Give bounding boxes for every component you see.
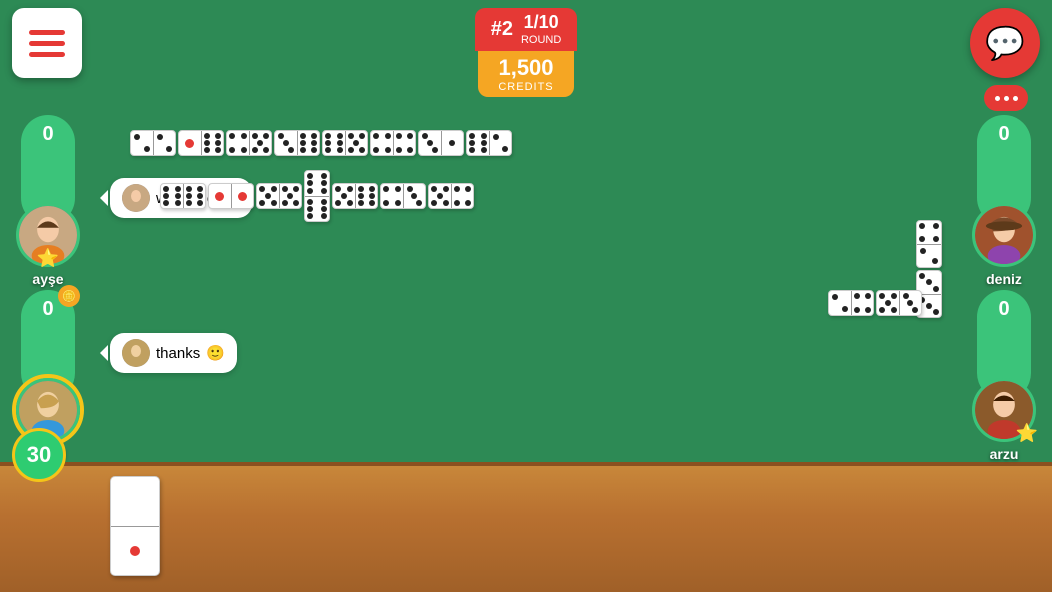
- player-name-arzu: arzu: [990, 446, 1019, 462]
- round-number: #2: [491, 18, 513, 41]
- wooden-tray: [0, 462, 1052, 592]
- round-top: #2 1/10 ROUND: [475, 8, 578, 51]
- bubble-avatar-welcome: [122, 184, 150, 212]
- domino-tile: [274, 130, 320, 156]
- domino-tile: [466, 130, 512, 156]
- credits-box: 1,500 CREDITS: [478, 51, 573, 97]
- domino-tile: [130, 130, 176, 156]
- domino-tile: [876, 290, 922, 316]
- player-name-ayse: ayşe: [32, 271, 63, 287]
- chat-bubble-thanks: thanks 🙂: [110, 333, 237, 373]
- round-fraction: 1/10 ROUND: [521, 12, 561, 47]
- round-info: #2 1/10 ROUND 1,500 CREDITS: [475, 8, 578, 97]
- top-bar: #2 1/10 ROUND 1,500 CREDITS 💬: [0, 0, 1052, 100]
- avatar-deniz: [972, 203, 1036, 267]
- timer-score: 30: [12, 428, 66, 482]
- player-name-deniz: deniz: [986, 271, 1022, 287]
- domino-tile: [332, 183, 378, 209]
- score-arzu: 0: [998, 298, 1009, 321]
- hand-tile[interactable]: [110, 476, 160, 576]
- timer-value: 30: [27, 442, 51, 468]
- domino-tile-v: [916, 220, 942, 268]
- domino-tile: [380, 183, 426, 209]
- thanks-emoji: 🙂: [206, 344, 225, 362]
- star-arzu: ⭐: [1016, 423, 1038, 444]
- domino-tile: [226, 130, 272, 156]
- score-deniz: 0: [998, 123, 1009, 146]
- credits-label: CREDITS: [498, 81, 553, 93]
- player-ayse: 0 ⭐ ayşe: [16, 115, 80, 287]
- coin-badge-hayal: 🪙: [58, 285, 80, 307]
- player-deniz: 0 deniz: [972, 115, 1036, 287]
- domino-tile: [428, 183, 474, 209]
- thanks-text: thanks: [156, 345, 200, 362]
- credits-value: 1,500: [498, 55, 553, 81]
- score-hayal: 0: [42, 298, 53, 321]
- chat-icon: 💬: [985, 24, 1025, 62]
- domino-tile-vertical: [304, 170, 330, 222]
- domino-tile: [178, 130, 224, 156]
- more-options-button[interactable]: [984, 85, 1028, 111]
- domino-row-top: [130, 130, 512, 156]
- score-ayse: 0: [42, 123, 53, 146]
- chat-button[interactable]: 💬: [970, 8, 1040, 78]
- domino-tile: [256, 183, 302, 209]
- game-board: #2 1/10 ROUND 1,500 CREDITS 💬 0: [0, 0, 1052, 592]
- bubble-avatar-thanks: [122, 339, 150, 367]
- player-arzu: 0 ⭐ arzu: [972, 290, 1036, 462]
- player-hayal: 0 🪙 30: [16, 290, 80, 462]
- domino-row-middle: [160, 170, 474, 222]
- domino-tile: [160, 183, 206, 209]
- menu-button[interactable]: [12, 8, 82, 78]
- domino-tile: [418, 130, 464, 156]
- domino-tile: [370, 130, 416, 156]
- star-ayse: ⭐: [37, 248, 59, 269]
- domino-tile: [208, 183, 254, 209]
- domino-bottom-right: [828, 290, 922, 316]
- domino-tile: [828, 290, 874, 316]
- domino-tile: [322, 130, 368, 156]
